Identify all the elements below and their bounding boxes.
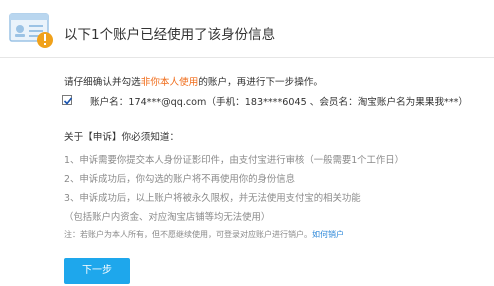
id-card-warning-icon [9, 12, 55, 50]
notice-item-1: 1、申诉需要你提交本人身份证影印件，由支付宝进行审核（一般需要1个工作日） [64, 155, 405, 166]
instruction-suffix: 的账户，再进行下一步操作。 [198, 77, 324, 88]
notice-item-3: 3、申诉成功后，以上账户将被永久限权，并无法使用支付宝的相关功能 [64, 193, 361, 204]
checkmark-icon [63, 97, 73, 105]
account-checkbox[interactable] [62, 95, 73, 105]
page-title: 以下1个账户已经使用了该身份信息 [64, 27, 276, 43]
note-body: 注：若账户为本人所有，但不愿继续使用，可登录对应账户进行销户。 [64, 230, 312, 239]
close-account-link[interactable]: 如何销户 [312, 230, 344, 239]
next-step-button[interactable]: 下一步 [64, 258, 130, 284]
notice-item-2: 2、申诉成功后，你勾选的账户将不再使用你的身份信息 [64, 174, 295, 185]
notice-title: 关于【申诉】你必须知道： [64, 132, 180, 143]
notice-item-4: （包括账户内资金、对应淘宝店铺等均无法使用） [64, 212, 271, 223]
instruction-prefix: 请仔细确认并勾选 [64, 77, 141, 88]
instruction-highlight: 非你本人使用 [140, 77, 199, 88]
instruction-text: 请仔细确认并勾选非你本人使用的账户，再进行下一步操作。 [64, 74, 323, 88]
account-info: 账户名：174***@qq.com（手机：183****6045 、会员名：淘宝… [90, 97, 469, 108]
header-divider [0, 57, 494, 58]
note-text: 注：若账户为本人所有，但不愿继续使用，可登录对应账户进行销户。如何销户 [64, 229, 344, 240]
header: 以下1个账户已经使用了该身份信息 [0, 0, 494, 58]
